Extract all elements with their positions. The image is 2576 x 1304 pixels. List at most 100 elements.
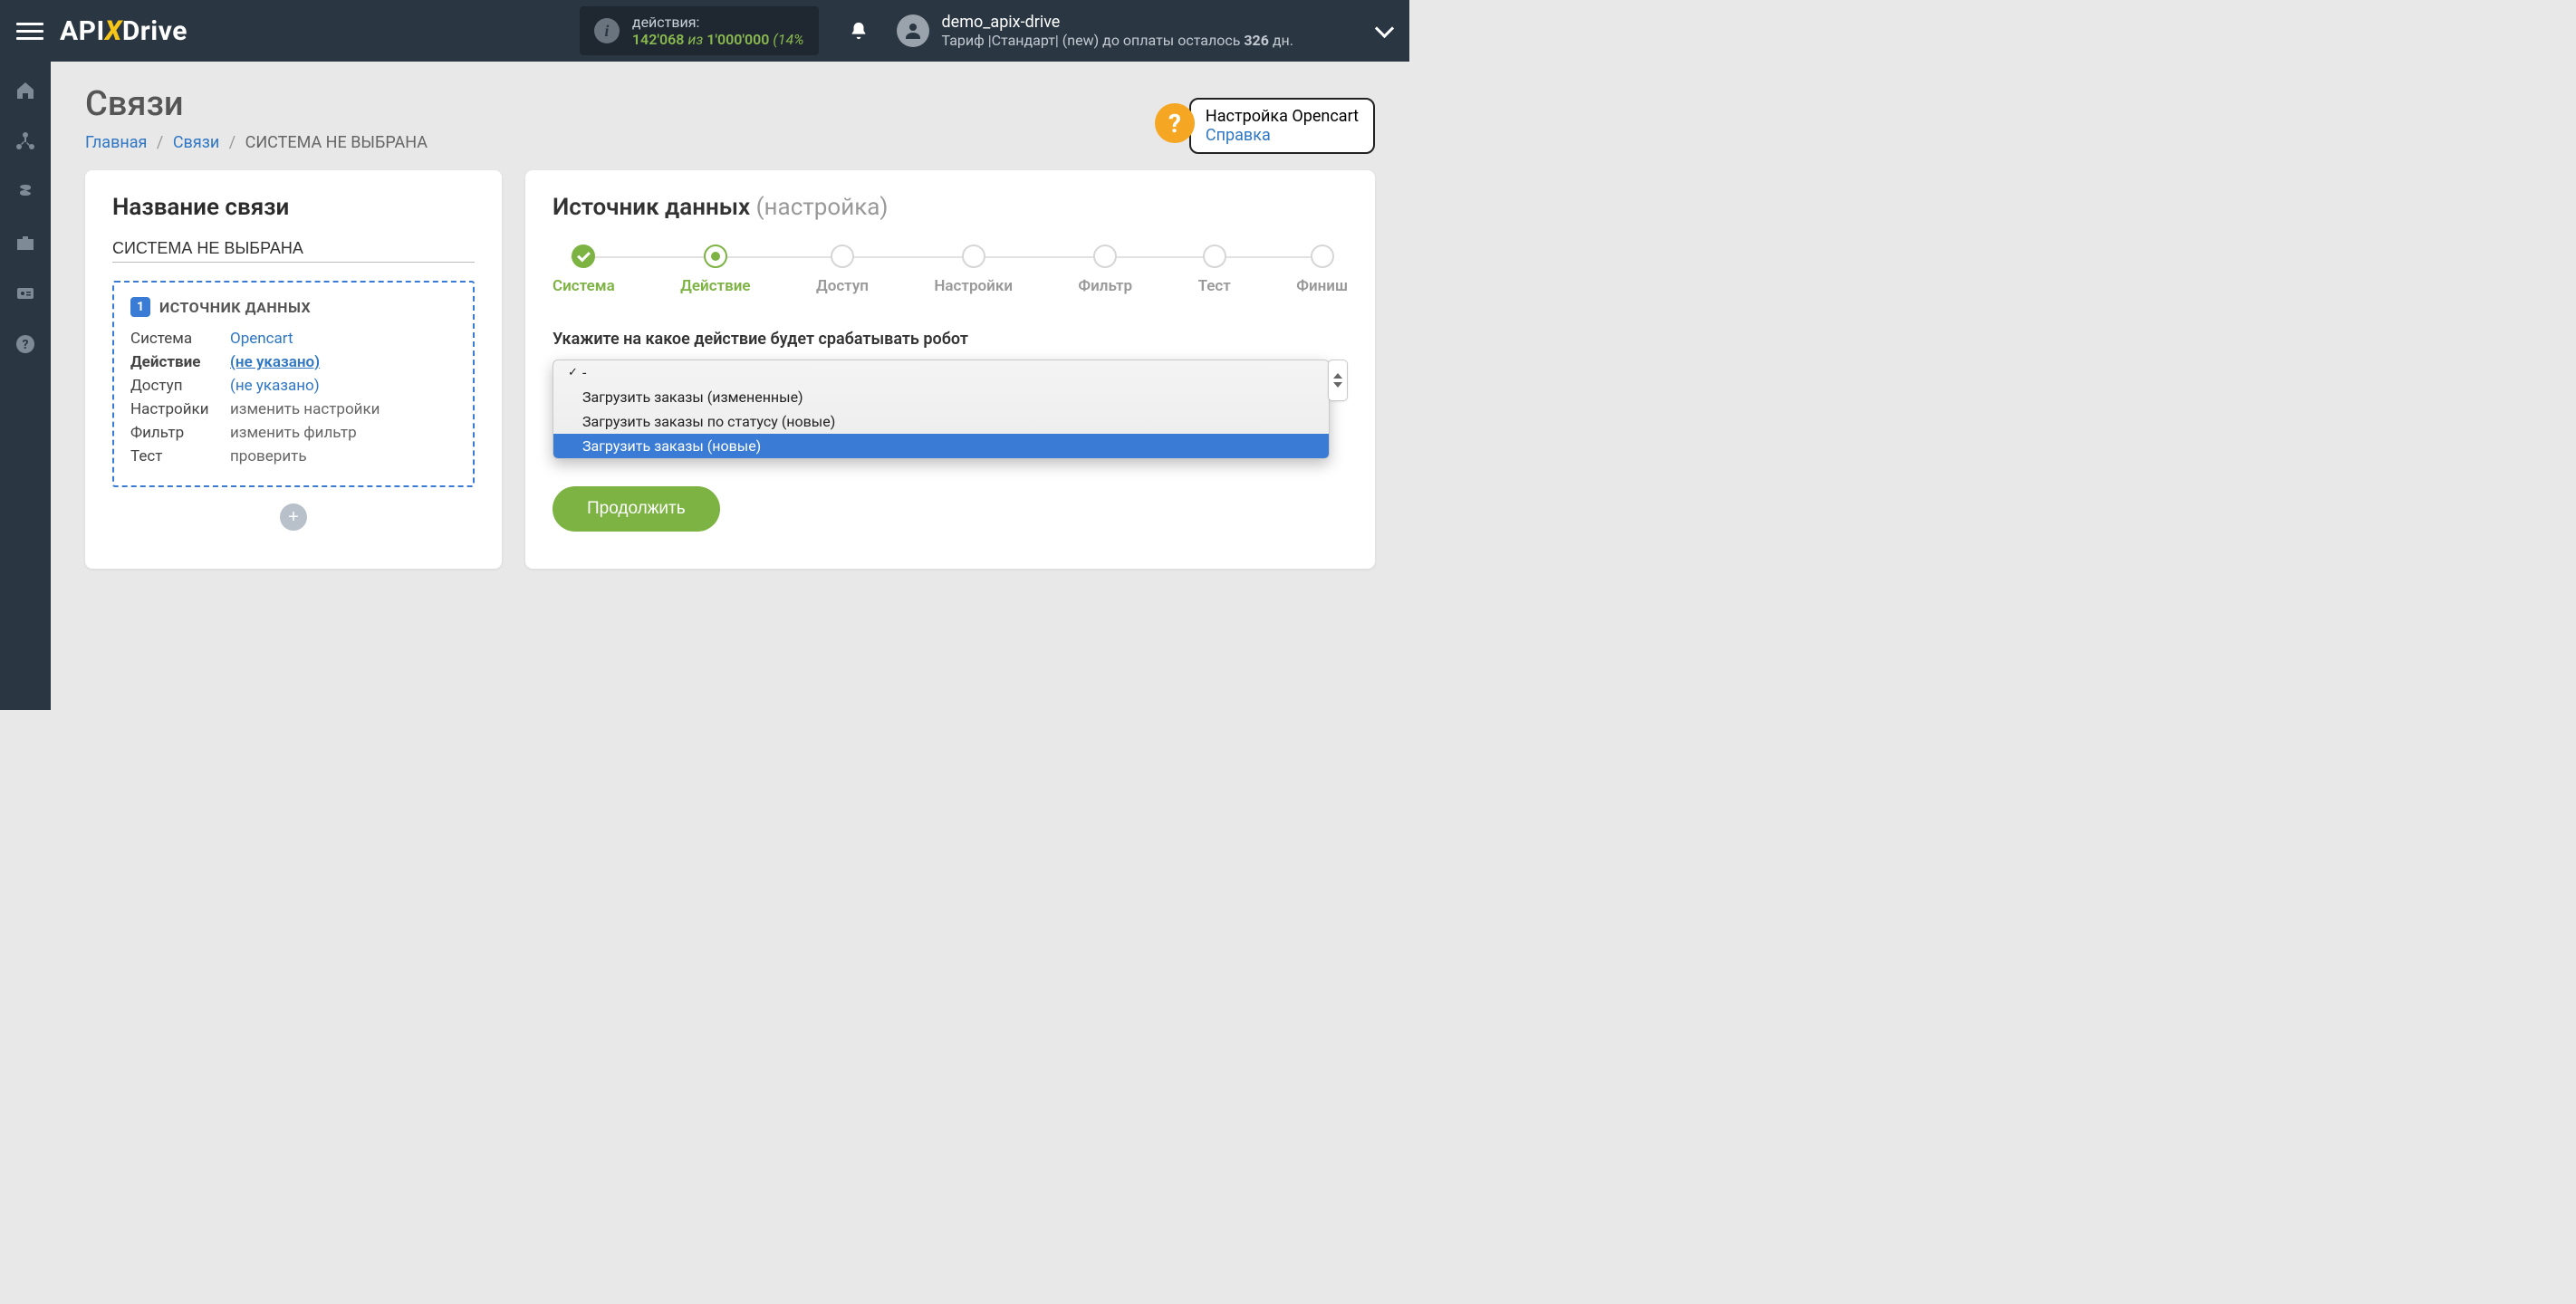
step-dot (962, 244, 985, 268)
step-dot (1093, 244, 1117, 268)
source-row-label: Система (130, 330, 230, 348)
dropdown-option[interactable]: Загрузить заказы (новые) (553, 434, 1329, 458)
step-label: Действие (680, 277, 750, 295)
logo[interactable]: APIXDrive (60, 15, 187, 47)
dropdown-option[interactable]: Загрузить заказы по статусу (новые) (553, 409, 1329, 434)
user-plan: Тариф |Стандарт| (new) до оплаты осталос… (942, 32, 1293, 49)
user-name: demo_apix-drive (942, 13, 1293, 33)
user-text: demo_apix-drive Тариф |Стандарт| (new) д… (942, 13, 1293, 50)
step-label: Настройки (934, 277, 1013, 295)
connection-name-input[interactable] (112, 235, 475, 263)
action-dropdown[interactable]: ✓-Загрузить заказы (измененные)Загрузить… (553, 360, 1348, 459)
actions-of: из (687, 31, 703, 48)
logo-pre: API (60, 15, 105, 47)
step-настройки[interactable]: Настройки (934, 244, 1013, 295)
breadcrumb-sep: / (157, 133, 163, 152)
source-box: 1 ИСТОЧНИК ДАННЫХ СистемаOpencartДействи… (112, 281, 475, 487)
breadcrumb-current: СИСТЕМА НЕ ВЫБРАНА (245, 133, 428, 152)
continue-button[interactable]: Продолжить (553, 486, 720, 532)
help-question-icon[interactable]: ? (1155, 103, 1195, 143)
briefcase-icon[interactable] (13, 230, 38, 255)
source-header: 1 ИСТОЧНИК ДАННЫХ (130, 297, 457, 317)
actions-counter[interactable]: i действия: 142'068 из 1'000'000 (14% (580, 6, 819, 55)
plan-prefix: Тариф |Стандарт| (new) до оплаты осталос… (942, 32, 1245, 49)
source-row-value[interactable]: Opencart (230, 330, 293, 348)
source-row-label: Настройки (130, 400, 230, 418)
dropdown-option-text: Загрузить заказы (новые) (582, 437, 761, 455)
step-label: Доступ (816, 277, 869, 295)
source-config-title-main: Источник данных (553, 194, 750, 221)
add-step-button[interactable]: + (280, 503, 307, 531)
step-dot (831, 244, 854, 268)
billing-icon[interactable] (13, 179, 38, 205)
source-config-title: Источник данных (настройка) (553, 194, 1348, 221)
dropdown-stepper-icon[interactable] (1328, 360, 1348, 401)
source-row-label: Действие (130, 353, 230, 371)
step-label: Тест (1198, 277, 1231, 295)
chevron-down-icon[interactable] (1375, 22, 1393, 40)
step-label: Система (553, 277, 615, 295)
dropdown-option-text: Загрузить заказы по статусу (новые) (582, 413, 835, 430)
help-title: Настройка Opencart (1206, 107, 1359, 126)
breadcrumb-sep: / (229, 133, 235, 152)
source-row-value: изменить настройки (230, 400, 380, 418)
step-dot (1311, 244, 1334, 268)
avatar-icon (897, 14, 929, 47)
actions-text: действия: 142'068 из 1'000'000 (14% (632, 14, 804, 48)
actions-values: 142'068 из 1'000'000 (14% (632, 31, 804, 48)
step-тест[interactable]: Тест (1198, 244, 1231, 295)
help-icon[interactable]: ? (13, 331, 38, 357)
source-config-title-sub: (настройка) (756, 194, 889, 221)
step-label: Финиш (1296, 277, 1348, 295)
connection-card: Название связи 1 ИСТОЧНИК ДАННЫХ Система… (85, 170, 502, 569)
source-config-card: Источник данных (настройка) Система Дейст… (525, 170, 1375, 569)
source-row: СистемаOpencart (130, 330, 457, 348)
step-финиш[interactable]: Финиш (1296, 244, 1348, 295)
actions-total: 1'000'000 (706, 31, 769, 48)
check-icon: ✓ (568, 366, 581, 379)
logo-x: X (105, 15, 122, 47)
main-content: Связи Главная / Связи / СИСТЕМА НЕ ВЫБРА… (51, 62, 1409, 710)
source-row: Тестпроверить (130, 447, 457, 465)
connection-title: Название связи (112, 194, 475, 221)
step-dot (572, 244, 595, 268)
dropdown-option[interactable]: ✓- (553, 360, 1329, 385)
step-фильтр[interactable]: Фильтр (1078, 244, 1132, 295)
source-row: Настройкиизменить настройки (130, 400, 457, 418)
actions-label: действия: (632, 14, 804, 31)
source-row-label: Доступ (130, 377, 230, 395)
card-icon[interactable] (13, 281, 38, 306)
source-row: Действие(не указано) (130, 353, 457, 371)
logo-post: Drive (122, 15, 187, 47)
help-link[interactable]: Справка (1206, 126, 1271, 145)
step-dot (704, 244, 727, 268)
source-row-value: изменить фильтр (230, 424, 357, 442)
home-icon[interactable] (13, 78, 38, 103)
bell-icon[interactable] (846, 18, 871, 43)
step-доступ[interactable]: Доступ (816, 244, 869, 295)
connections-icon[interactable] (13, 129, 38, 154)
actions-percent: (14% (773, 31, 803, 48)
help-block: ? Настройка Opencart Справка (1155, 98, 1375, 154)
source-row: Доступ(не указано) (130, 377, 457, 395)
action-form-label: Укажите на какое действие будет срабатыв… (553, 330, 1348, 349)
breadcrumb-home[interactable]: Главная (85, 133, 147, 152)
help-box: Настройка Opencart Справка (1189, 98, 1375, 154)
dropdown-option-text: - (582, 364, 586, 381)
menu-toggle[interactable] (16, 17, 43, 44)
topbar: APIXDrive i действия: 142'068 из 1'000'0… (0, 0, 1409, 62)
user-menu[interactable]: demo_apix-drive Тариф |Стандарт| (new) д… (897, 13, 1293, 50)
source-row-label: Фильтр (130, 424, 230, 442)
step-система[interactable]: Система (553, 244, 615, 295)
source-row-value[interactable]: (не указано) (230, 353, 320, 371)
step-dot (1203, 244, 1226, 268)
source-row: Фильтризменить фильтр (130, 424, 457, 442)
source-row-value[interactable]: (не указано) (230, 377, 320, 395)
plan-days: 326 (1244, 32, 1269, 49)
actions-count: 142'068 (632, 31, 684, 48)
breadcrumb-links[interactable]: Связи (173, 133, 219, 152)
dropdown-option[interactable]: Загрузить заказы (измененные) (553, 385, 1329, 409)
sidebar: ? (0, 62, 51, 710)
step-label: Фильтр (1078, 277, 1132, 295)
step-действие[interactable]: Действие (680, 244, 750, 295)
